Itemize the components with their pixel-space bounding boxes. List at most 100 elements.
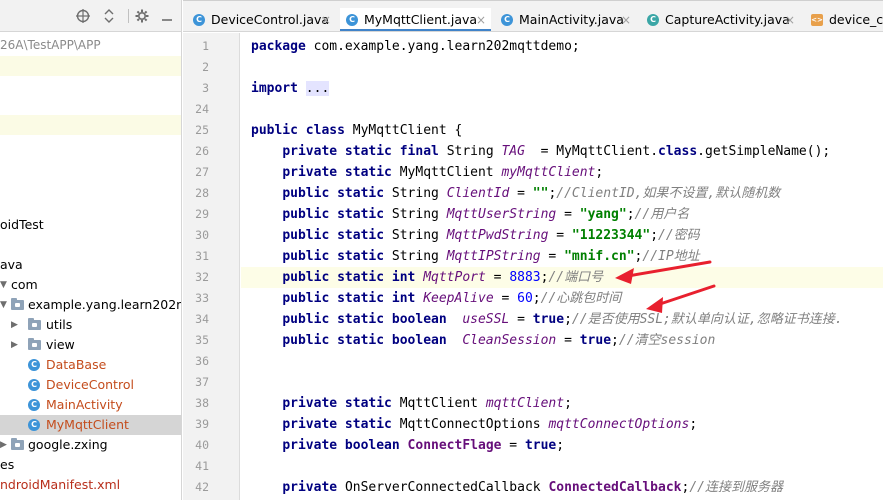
line-number: 26: [195, 144, 209, 158]
code-editor[interactable]: package com.example.yang.learn202mqttdem…: [241, 33, 883, 500]
code-line[interactable]: private boolean ConnectFlage = true;: [241, 435, 883, 456]
code-token: =: [493, 291, 518, 306]
tree-item-androidtest[interactable]: oidTest: [0, 215, 181, 235]
close-icon[interactable]: ×: [321, 8, 331, 31]
tree-item-mainactivity[interactable]: C MainActivity: [0, 395, 181, 415]
code-token: true: [532, 312, 565, 327]
line-number: 33: [195, 291, 209, 305]
gear-icon[interactable]: [135, 9, 149, 23]
code-line[interactable]: private OnServerConnectedCallback Connec…: [241, 477, 883, 498]
code-token: =: [501, 438, 525, 453]
code-token: //密码: [658, 228, 700, 243]
tab-captureactivity[interactable]: C CaptureActivity.java ×: [641, 8, 801, 31]
code-token: MyMqttClient: [399, 165, 502, 180]
chevron-right-icon[interactable]: ▶: [11, 315, 18, 335]
code-token: public static boolean: [282, 333, 463, 348]
code-token: 60: [517, 291, 533, 306]
tree-item-com[interactable]: ▼ com: [0, 275, 181, 295]
code-line[interactable]: public static String ClientId = "";//Cli…: [241, 183, 883, 204]
tree-item-java[interactable]: ava: [0, 255, 181, 275]
code-token: "yang": [579, 207, 627, 222]
code-token: String: [391, 207, 447, 222]
code-line[interactable]: public static boolean CleanSession = tru…: [241, 330, 883, 351]
code-token: public static int: [282, 270, 424, 285]
code-line[interactable]: [241, 372, 883, 393]
code-line[interactable]: private static MyMqttClient myMqttClient…: [241, 162, 883, 183]
tree-item-package[interactable]: ▼ example.yang.learn202mq: [0, 295, 181, 315]
code-line[interactable]: import ...: [241, 78, 883, 99]
tree-item-mymqttclient[interactable]: C MyMqttClient: [0, 415, 181, 435]
chevron-right-icon[interactable]: ▶: [0, 435, 7, 455]
code-token: class: [658, 144, 698, 159]
code-token: private boolean: [282, 438, 408, 453]
code-line[interactable]: private static MqttConnectOptions mqttCo…: [241, 414, 883, 435]
code-token: =: [485, 270, 510, 285]
code-line[interactable]: public static String MqttPwdString = "11…: [241, 225, 883, 246]
code-token: myMqttClient: [501, 165, 596, 180]
code-token: private static: [282, 417, 400, 432]
code-line[interactable]: public static boolean useSSL = true;//是否…: [241, 309, 883, 330]
code-token: =: [509, 186, 533, 201]
code-token: =: [556, 207, 580, 222]
tree-item-res[interactable]: es: [0, 455, 181, 475]
code-line[interactable]: public static String MqttUserString = "y…: [241, 204, 883, 225]
code-token: ;: [532, 291, 541, 306]
package-icon: [11, 298, 24, 310]
line-number: 42: [195, 480, 209, 494]
line-number: 38: [195, 396, 209, 410]
code-line[interactable]: private static MqttClient mqttClient;: [241, 393, 883, 414]
close-icon[interactable]: ×: [785, 8, 795, 31]
code-token: //用户名: [634, 207, 690, 222]
code-token: KeepAlive: [423, 291, 494, 306]
code-token: String: [446, 144, 502, 159]
code-line[interactable]: package com.example.yang.learn202mqttdem…: [241, 36, 883, 57]
code-token: //连接到服务器: [689, 480, 783, 495]
collapse-all-icon[interactable]: [102, 9, 116, 23]
tab-mainactivity[interactable]: C MainActivity.java ×: [495, 8, 635, 31]
code-line[interactable]: public static String MqttIPString = "mni…: [241, 246, 883, 267]
tab-devicecontrol[interactable]: C DeviceControl.java ×: [187, 8, 337, 31]
tree-item-google-zxing[interactable]: ▶ google.zxing: [0, 435, 181, 455]
tree-item-database[interactable]: C DataBase: [0, 355, 181, 375]
code-token: =: [548, 228, 572, 243]
tree-item-manifest[interactable]: ndroidManifest.xml: [0, 475, 181, 495]
class-icon: C: [501, 14, 513, 26]
tree-item-view[interactable]: ▶ view: [0, 335, 181, 355]
code-line[interactable]: [241, 99, 883, 120]
code-token: ;: [556, 438, 565, 453]
xml-icon: <>: [811, 14, 823, 26]
tree-item-utils[interactable]: ▶ utils: [0, 315, 181, 335]
code-token: import: [251, 81, 306, 96]
tab-device-c[interactable]: <> device_c: [805, 8, 883, 31]
class-icon: C: [647, 14, 659, 26]
code-line[interactable]: private static final String TAG = MyMqtt…: [241, 141, 883, 162]
line-number: 25: [195, 123, 209, 137]
code-line[interactable]: public static int KeepAlive = 60;//心跳包时间: [241, 288, 883, 309]
code-token: public static: [282, 249, 392, 264]
minimize-icon[interactable]: [160, 9, 174, 23]
code-line[interactable]: [241, 456, 883, 477]
tree-item-devicecontrol[interactable]: C DeviceControl: [0, 375, 181, 395]
code-token: OnServerConnectedCallback: [344, 480, 549, 495]
chevron-down-icon[interactable]: ▼: [0, 275, 7, 295]
close-icon[interactable]: ×: [476, 8, 486, 31]
code-line[interactable]: public class MyMqttClient {: [241, 120, 883, 141]
code-token: package: [251, 39, 314, 54]
code-line[interactable]: public static int MqttPort = 8883;//端口号: [241, 267, 883, 288]
code-token: =: [509, 312, 533, 327]
code-line[interactable]: [241, 351, 883, 372]
line-number: 3: [202, 81, 209, 95]
close-icon[interactable]: ×: [621, 8, 631, 31]
target-icon[interactable]: [76, 9, 90, 23]
line-number: 35: [195, 333, 209, 347]
chevron-right-icon[interactable]: ▶: [11, 335, 18, 355]
class-icon: C: [28, 419, 40, 431]
chevron-down-icon[interactable]: ▼: [0, 295, 7, 315]
code-token: "": [532, 186, 549, 201]
code-line[interactable]: [241, 57, 883, 78]
tab-mymqttclient[interactable]: C MyMqttClient.java ×: [340, 8, 491, 31]
